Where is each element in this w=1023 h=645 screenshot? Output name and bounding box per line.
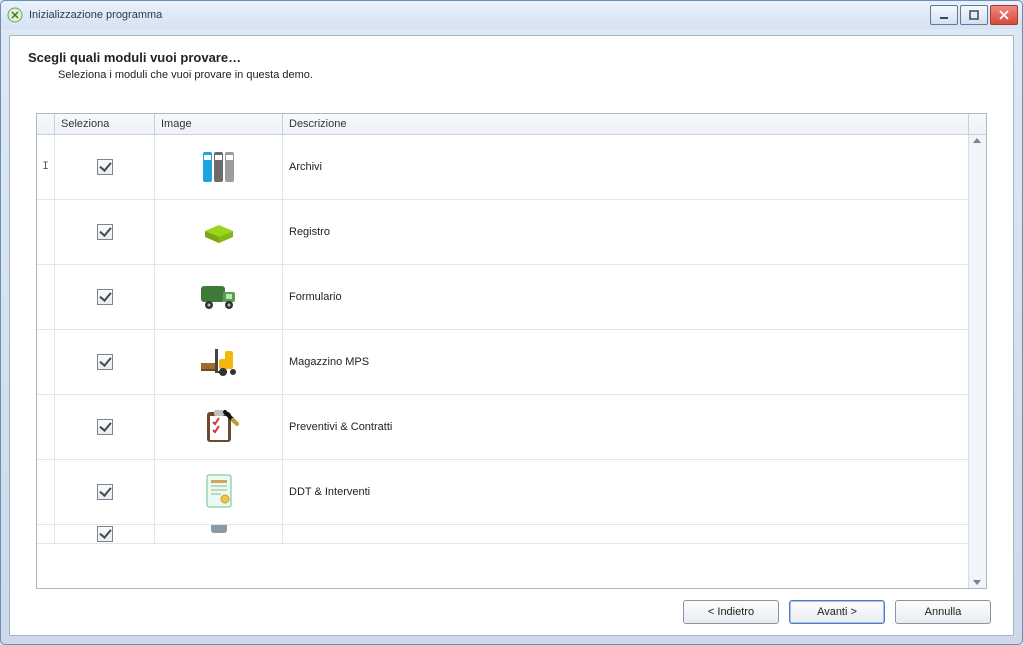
window-body: Scegli quali moduli vuoi provare… Selezi… xyxy=(1,29,1022,644)
row-checkbox[interactable] xyxy=(97,159,113,175)
row-image-cell xyxy=(155,200,283,264)
row-checkbox-cell[interactable] xyxy=(55,265,155,329)
table-row[interactable]: Archivi xyxy=(37,135,968,200)
truck-icon xyxy=(195,274,243,321)
close-button[interactable] xyxy=(990,5,1018,25)
row-checkbox-cell[interactable] xyxy=(55,460,155,524)
row-image-cell xyxy=(155,460,283,524)
table-row[interactable]: Formulario xyxy=(37,265,968,330)
app-icon xyxy=(7,7,23,23)
row-image-cell xyxy=(155,525,283,543)
row-description: Magazzino MPS xyxy=(283,330,968,394)
row-checkbox[interactable] xyxy=(97,526,113,542)
wizard-header: Scegli quali moduli vuoi provare… Selezi… xyxy=(10,36,1013,85)
binders-icon xyxy=(197,144,241,191)
row-description: Registro xyxy=(283,200,968,264)
row-checkbox[interactable] xyxy=(97,419,113,435)
row-image-cell xyxy=(155,265,283,329)
grid-header: Seleziona Image Descrizione xyxy=(37,114,986,135)
maximize-button[interactable] xyxy=(960,5,988,25)
row-checkbox-cell[interactable] xyxy=(55,395,155,459)
row-description: DDT & Interventi xyxy=(283,460,968,524)
device-icon xyxy=(197,525,241,543)
modules-grid: Seleziona Image Descrizione Archivi Regi… xyxy=(36,113,987,589)
minimize-button[interactable] xyxy=(930,5,958,25)
book-icon xyxy=(197,209,241,256)
row-description: Preventivi & Contratti xyxy=(283,395,968,459)
row-indicator xyxy=(37,265,55,329)
row-image-cell xyxy=(155,135,283,199)
row-checkbox[interactable] xyxy=(97,224,113,240)
grid-header-descrizione[interactable]: Descrizione xyxy=(283,114,968,134)
grid-body: Archivi Registro Formulario Magazzino MP… xyxy=(37,135,968,588)
row-indicator xyxy=(37,135,55,199)
window-controls xyxy=(930,5,1018,25)
row-checkbox-cell[interactable] xyxy=(55,135,155,199)
table-row[interactable]: DDT & Interventi xyxy=(37,460,968,525)
grid-body-wrap: Archivi Registro Formulario Magazzino MP… xyxy=(37,135,986,588)
table-row[interactable]: Magazzino MPS xyxy=(37,330,968,395)
row-description xyxy=(283,525,968,543)
row-indicator xyxy=(37,200,55,264)
row-indicator xyxy=(37,330,55,394)
table-row[interactable]: Registro xyxy=(37,200,968,265)
grid-header-image[interactable]: Image xyxy=(155,114,283,134)
grid-header-scroll xyxy=(968,114,986,134)
row-image-cell xyxy=(155,395,283,459)
wizard-panel: Scegli quali moduli vuoi provare… Selezi… xyxy=(9,35,1014,636)
row-checkbox-cell[interactable] xyxy=(55,330,155,394)
wizard-footer: < Indietro Avanti > Annulla xyxy=(10,589,1013,635)
wizard-title: Scegli quali moduli vuoi provare… xyxy=(28,50,995,65)
row-checkbox[interactable] xyxy=(97,354,113,370)
row-indicator xyxy=(37,395,55,459)
row-checkbox[interactable] xyxy=(97,289,113,305)
wizard-subtitle: Seleziona i moduli che vuoi provare in q… xyxy=(58,69,995,81)
table-row[interactable] xyxy=(37,525,968,544)
window-title: Inizializzazione programma xyxy=(29,9,930,21)
row-description: Formulario xyxy=(283,265,968,329)
back-button[interactable]: < Indietro xyxy=(683,600,779,624)
titlebar: Inizializzazione programma xyxy=(1,1,1022,29)
clipboard-icon xyxy=(197,404,241,451)
grid-header-indicator xyxy=(37,114,55,134)
row-checkbox-cell[interactable] xyxy=(55,200,155,264)
next-button[interactable]: Avanti > xyxy=(789,600,885,624)
row-indicator xyxy=(37,525,55,543)
window-frame: Inizializzazione programma Scegli quali … xyxy=(0,0,1023,645)
forklift-icon xyxy=(195,339,243,386)
row-checkbox[interactable] xyxy=(97,484,113,500)
grid-scrollbar[interactable] xyxy=(968,135,986,588)
table-row[interactable]: Preventivi & Contratti xyxy=(37,395,968,460)
document-icon xyxy=(197,469,241,516)
grid-header-seleziona[interactable]: Seleziona xyxy=(55,114,155,134)
row-image-cell xyxy=(155,330,283,394)
row-checkbox-cell[interactable] xyxy=(55,525,155,543)
row-description: Archivi xyxy=(283,135,968,199)
row-indicator xyxy=(37,460,55,524)
cancel-button[interactable]: Annulla xyxy=(895,600,991,624)
